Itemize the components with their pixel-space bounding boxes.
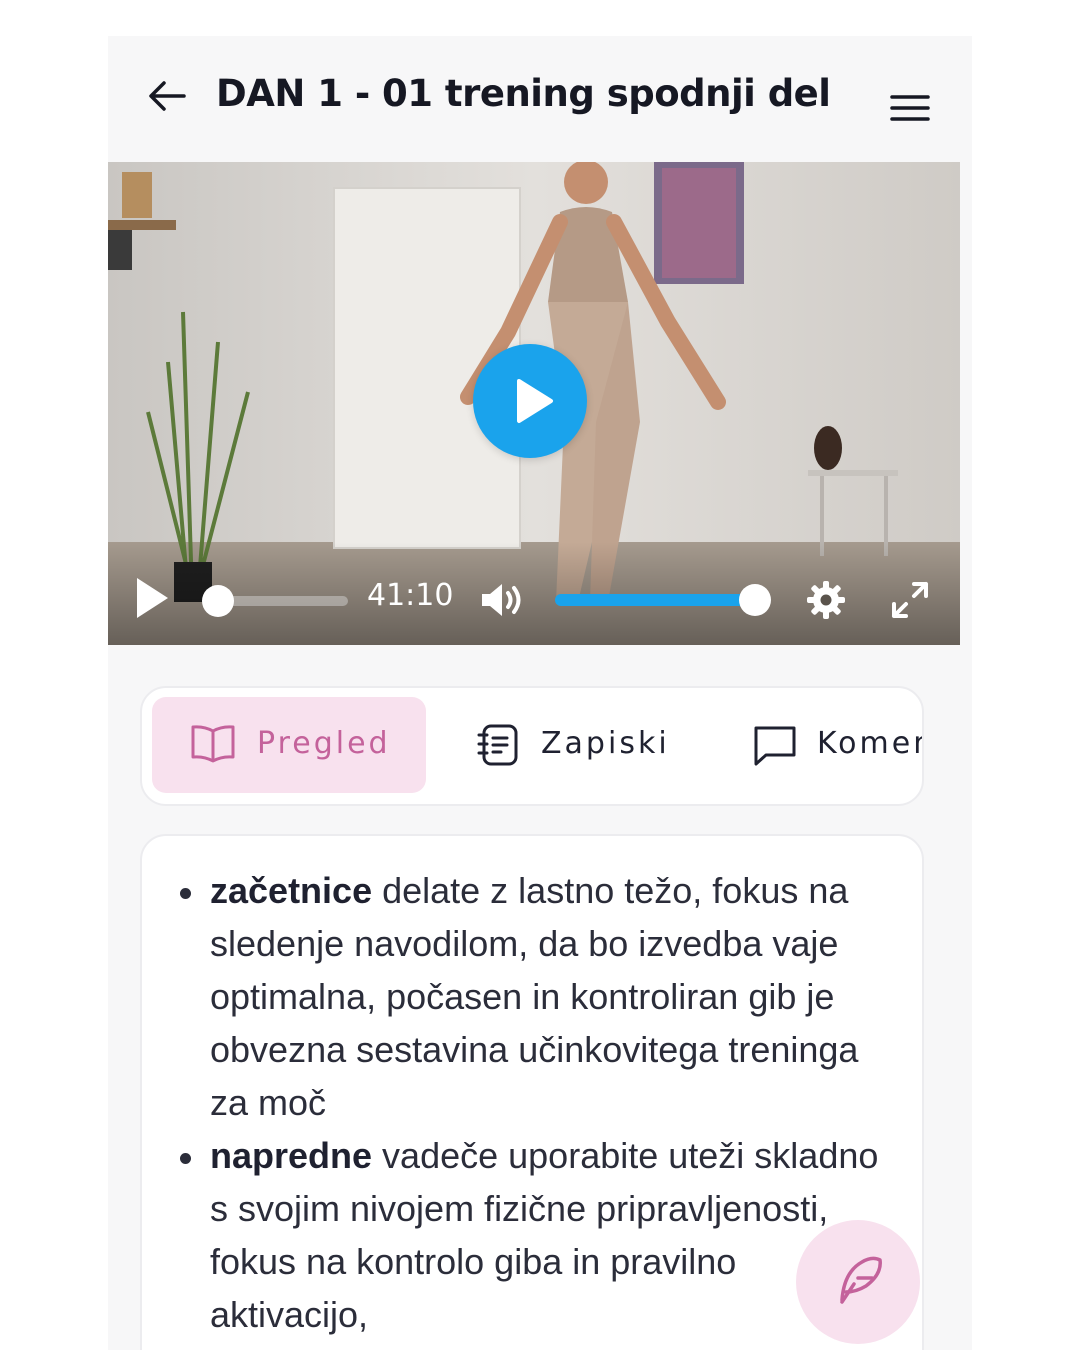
notes-fab-button[interactable] (796, 1220, 920, 1344)
header: DAN 1 - 01 trening spodnji del (108, 36, 972, 162)
feather-icon (840, 1256, 882, 1304)
tab-bar: Pregled Zapiski Komentarji (140, 686, 924, 806)
hamburger-icon (890, 95, 930, 121)
tab-komentarji[interactable]: Komentarji (718, 697, 922, 793)
book-icon (191, 725, 235, 763)
tab-zapiski-label: Zapiski (541, 726, 670, 761)
time-remaining: 41:10 (367, 578, 454, 613)
progress-handle[interactable] (202, 585, 234, 617)
fullscreen-button[interactable] (890, 580, 930, 620)
play-icon (137, 578, 168, 618)
tab-komentarji-label: Komentarji (817, 726, 924, 761)
page-title: DAN 1 - 01 trening spodnji del (216, 72, 831, 115)
expand-icon (892, 582, 928, 618)
video-player[interactable]: 41:10 (108, 162, 960, 645)
back-button[interactable] (144, 76, 192, 116)
item-keyword: začetnice (210, 870, 373, 911)
gear-icon (807, 581, 845, 619)
speaker-icon (482, 584, 521, 616)
tab-pregled-label: Pregled (257, 726, 391, 761)
tab-pregled[interactable]: Pregled (152, 697, 426, 793)
play-overlay-button[interactable] (473, 344, 587, 458)
volume-slider[interactable] (555, 594, 755, 606)
item-keyword: napredne (210, 1135, 373, 1176)
settings-button[interactable] (806, 580, 846, 620)
menu-button[interactable] (888, 92, 932, 124)
arrow-left-icon (149, 81, 186, 111)
video-controls: 41:10 (108, 542, 960, 645)
volume-button[interactable] (480, 582, 528, 618)
tab-zapiski[interactable]: Zapiski (442, 697, 682, 793)
play-button[interactable] (134, 576, 170, 620)
list-item: začetnice delate z lastno težo, fokus na… (180, 864, 900, 1129)
notes-icon (477, 724, 518, 766)
play-icon (517, 379, 553, 423)
progress-track[interactable] (218, 596, 348, 606)
comment-icon (754, 726, 796, 766)
app-screen: DAN 1 - 01 trening spodnji del 41:10 Pre… (108, 36, 972, 1350)
volume-handle[interactable] (739, 584, 771, 616)
